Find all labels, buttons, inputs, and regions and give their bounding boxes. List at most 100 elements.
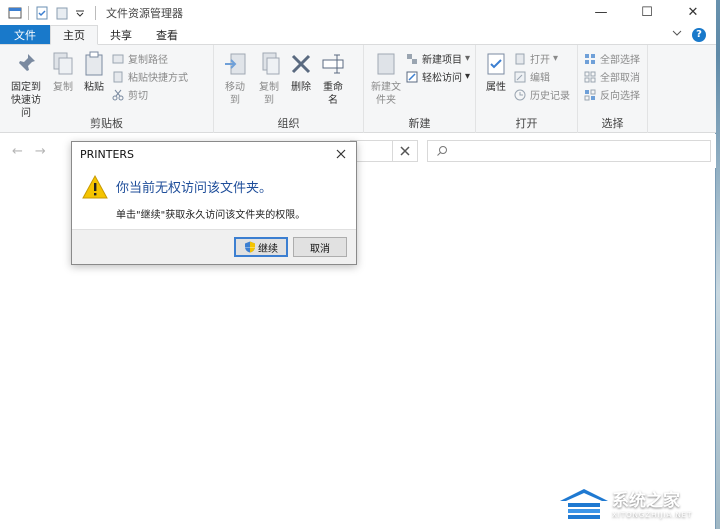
- edit-icon: [514, 71, 526, 83]
- pin-icon: [12, 49, 40, 79]
- tab-home[interactable]: 主页: [50, 25, 98, 45]
- search-input[interactable]: [427, 140, 711, 162]
- invert-selection-button[interactable]: 反向选择: [584, 87, 640, 102]
- edit-label: 编辑: [530, 73, 550, 84]
- search-icon: [437, 146, 447, 156]
- cut-button[interactable]: 剪切: [112, 87, 188, 102]
- copy-to-icon: [255, 49, 283, 79]
- rename-label: 重命名: [323, 82, 343, 106]
- open-label: 打开: [530, 55, 550, 66]
- copy-icon: [49, 49, 77, 79]
- select-none-button[interactable]: 全部取消: [584, 69, 640, 84]
- close-icon: [336, 149, 346, 159]
- easy-access-icon: [406, 71, 418, 83]
- window-title: 文件资源管理器: [106, 6, 183, 20]
- delete-x-icon: [287, 49, 315, 79]
- paste-shortcut-label: 粘贴快捷方式: [128, 73, 188, 84]
- dialog-main-instruction: 你当前无权访问该文件夹。: [116, 181, 273, 196]
- properties-label: 属性: [486, 82, 506, 93]
- select-all-button[interactable]: 全部选择: [584, 51, 640, 66]
- forward-button[interactable]: →: [35, 144, 46, 159]
- ribbon-right-controls: ?: [672, 25, 716, 44]
- dialog-close-button[interactable]: [332, 145, 350, 163]
- select-all-icon: [584, 53, 596, 65]
- toolbar-separator: [28, 5, 29, 20]
- edit-button[interactable]: 编辑: [514, 69, 570, 84]
- new-group: 新建文件夹 新建项目 ▾ 轻松访问 ▾ 新建: [364, 45, 476, 133]
- rename-icon: [319, 49, 347, 79]
- watermark-name: 系统之家: [612, 491, 680, 511]
- select-none-icon: [584, 71, 596, 83]
- title-bar: 文件资源管理器 — ☐ ✕: [0, 0, 716, 25]
- paste-label: 粘贴: [84, 82, 104, 93]
- back-button[interactable]: ←: [12, 144, 23, 159]
- warning-icon: [82, 174, 108, 199]
- clipboard-group-label: 剪贴板: [90, 117, 123, 130]
- organize-group-label: 组织: [277, 117, 300, 130]
- chevron-down-icon: ▾: [553, 53, 559, 64]
- copy-path-button[interactable]: 复制路径: [112, 51, 188, 66]
- new-folder-big-icon: [372, 49, 400, 79]
- continue-label: 继续: [258, 243, 278, 255]
- history-label: 历史记录: [530, 91, 570, 102]
- copy-path-label: 复制路径: [128, 55, 168, 66]
- easy-access-label: 轻松访问: [422, 73, 462, 84]
- chevron-down-icon[interactable]: [75, 6, 89, 20]
- paste-shortcut-button[interactable]: 粘贴快捷方式: [112, 69, 188, 84]
- new-item-label: 新建项目: [422, 55, 462, 66]
- select-group-label: 选择: [601, 117, 624, 130]
- new-folder-label: 新建文件夹: [371, 82, 401, 106]
- cut-label: 剪切: [128, 91, 148, 102]
- dialog-title: PRINTERS: [80, 147, 135, 161]
- new-item-button[interactable]: 新建项目 ▾: [406, 51, 470, 66]
- toolbar-separator: [95, 5, 96, 20]
- chevron-down-icon: ▾: [465, 71, 471, 82]
- continue-button[interactable]: 继续: [234, 237, 288, 257]
- open-group-label: 打开: [515, 117, 538, 130]
- clipboard-group: 固定到快速访问 复制 粘贴 复制路径 粘贴快捷方式 剪切 剪贴板: [0, 45, 214, 133]
- select-none-label: 全部取消: [600, 73, 640, 84]
- open-icon: [514, 53, 526, 65]
- history-icon: [514, 89, 526, 101]
- move-to-icon: [221, 49, 249, 79]
- watermark-logo-icon: [560, 488, 608, 519]
- tab-share[interactable]: 共享: [98, 25, 144, 44]
- ribbon: 固定到快速访问 复制 粘贴 复制路径 粘贴快捷方式 剪切 剪贴板 移动到 复制到…: [0, 45, 716, 133]
- expand-ribbon-icon[interactable]: [672, 28, 682, 41]
- close-button[interactable]: ✕: [670, 0, 716, 25]
- copy-to-label: 复制到: [259, 82, 279, 106]
- permission-dialog: PRINTERS 你当前无权访问该文件夹。 单击"继续"获取永久访问该文件夹的权…: [71, 141, 357, 265]
- copy-path-icon: [112, 53, 124, 65]
- uac-shield-icon: [245, 241, 255, 253]
- invert-selection-label: 反向选择: [600, 91, 640, 102]
- file-explorer-window: 文件资源管理器 — ☐ ✕ 文件 主页 共享 查看 ? 固定到快速访问 复制 粘…: [0, 0, 716, 529]
- watermark: 系统之家 XITONGZHIJIA.NET: [556, 480, 716, 525]
- ribbon-tabs: 文件 主页 共享 查看 ?: [0, 25, 716, 45]
- history-button[interactable]: 历史记录: [514, 87, 570, 102]
- window-controls: — ☐ ✕: [578, 0, 716, 25]
- move-to-label: 移动到: [225, 82, 245, 106]
- tab-file[interactable]: 文件: [0, 25, 50, 44]
- new-group-label: 新建: [408, 117, 431, 130]
- scissors-icon: [112, 89, 124, 101]
- open-button[interactable]: 打开 ▾: [514, 51, 570, 66]
- cancel-navigation-button[interactable]: [392, 140, 418, 162]
- quick-access-toolbar: 文件资源管理器: [0, 0, 183, 25]
- minimize-button[interactable]: —: [578, 0, 624, 25]
- dialog-footer: 继续 取消: [72, 229, 356, 264]
- copy-label: 复制: [53, 82, 73, 93]
- cancel-button[interactable]: 取消: [293, 237, 347, 257]
- help-icon[interactable]: ?: [692, 27, 706, 42]
- easy-access-button[interactable]: 轻松访问 ▾: [406, 69, 470, 84]
- properties-icon[interactable]: [35, 6, 49, 20]
- new-folder-icon[interactable]: [55, 6, 69, 20]
- open-group: 属性 打开 ▾ 编辑 历史记录 打开: [476, 45, 578, 133]
- explorer-app-icon: [8, 6, 22, 20]
- chevron-down-icon: ▾: [465, 53, 471, 64]
- organize-group: 移动到 复制到 删除 重命名 组织: [214, 45, 364, 133]
- watermark-url: XITONGZHIJIA.NET: [612, 511, 693, 519]
- maximize-button[interactable]: ☐: [624, 0, 670, 25]
- tab-view[interactable]: 查看: [144, 25, 190, 44]
- close-icon: [400, 146, 410, 156]
- dialog-description: 单击"继续"获取永久访问该文件夹的权限。: [116, 210, 306, 221]
